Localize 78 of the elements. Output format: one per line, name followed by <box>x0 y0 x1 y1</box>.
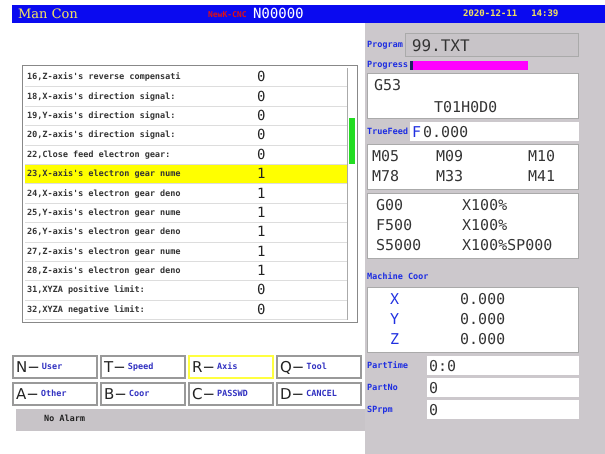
modal-code: G53 <box>374 76 402 94</box>
line-number: N00000 <box>253 6 305 22</box>
parameter-row[interactable]: 20,Z-axis's direction signal: 0 <box>25 126 347 146</box>
parameter-value: 1 <box>257 244 266 260</box>
override-value: X100% <box>462 196 508 216</box>
mode-label: Man Con <box>18 6 79 22</box>
parameter-label: 16,Z-axis's reverse compensati <box>26 72 182 82</box>
override-code: S5000 <box>376 236 422 256</box>
program-field: 99.TXT <box>404 33 579 57</box>
parameter-row[interactable]: 28,Z-axis's electron gear deno 1 <box>25 262 347 282</box>
stat-label: PartNo <box>367 382 399 392</box>
parameter-label: 27,Z-axis's electron gear nume <box>26 246 182 257</box>
parameter-value: 0 <box>257 69 266 86</box>
scrollbar[interactable] <box>347 68 355 320</box>
parameter-label: 32,XYZA negative limit: <box>26 304 146 315</box>
m-code: M78 <box>372 167 400 187</box>
parameter-label: 31,XYZA positive limit: <box>26 285 146 296</box>
parameter-row[interactable]: 25,Y-axis's electron gear nume 1 <box>25 204 347 224</box>
parameter-value: 1 <box>257 166 266 182</box>
override-code: F500 <box>376 216 414 236</box>
axis-label: Y <box>390 310 400 330</box>
parameter-label: 28,Z-axis's electron gear deno <box>26 266 182 276</box>
parameter-row[interactable]: 18,X-axis's direction signal: 0 <box>25 87 347 107</box>
alarm-bar: No Alarm <box>16 409 365 431</box>
parameter-value: 0 <box>257 302 266 318</box>
parameter-value: 0 <box>257 146 266 163</box>
parameter-value: 1 <box>257 204 266 221</box>
axis-label: X <box>390 290 400 310</box>
parameter-value: 0 <box>257 108 266 124</box>
m-code: M05 <box>372 147 400 167</box>
override-code: G00 <box>376 196 404 216</box>
m-code: M10 <box>528 147 556 167</box>
parameter-label: 20,Z-axis's direction signal: <box>26 130 176 140</box>
m-code: M33 <box>436 167 464 187</box>
truefeed-value: F 0.000 <box>410 122 579 141</box>
truefeed-label: TrueFeed <box>367 126 408 136</box>
parameter-value: 0 <box>257 282 266 298</box>
parameter-row[interactable]: 32,XYZA negative limit: 0 <box>25 300 347 320</box>
parameter-row[interactable]: 31,XYZA positive limit: 0 <box>25 281 347 301</box>
parameter-label: 22,Close feed electron gear: <box>26 150 172 160</box>
progress-label: Progress <box>367 60 408 70</box>
m-code: M41 <box>528 167 556 187</box>
parameter-value: 0 <box>257 127 266 144</box>
parameter-row[interactable]: 23,X-axis's electron gear nume 1 <box>25 164 347 184</box>
stat-value: 0 <box>427 400 579 419</box>
stat-value: 0:0 <box>427 356 579 375</box>
time-label: 14:39 <box>531 9 558 19</box>
parameter-label: 26,Y-axis's electron gear deno <box>26 227 182 238</box>
axis-value: 0.000 <box>460 290 506 310</box>
tool-code: T01H0D0 <box>433 98 498 116</box>
stat-label: PartTime <box>367 360 409 370</box>
parameter-label: 18,X-axis's direction signal: <box>26 92 176 102</box>
stat-value: 0 <box>427 378 579 397</box>
brand-label: NewK-CNC <box>208 10 248 18</box>
parameter-label: 23,X-axis's electron gear nume <box>26 169 182 180</box>
parameter-value: 0 <box>257 88 266 105</box>
parameter-label: 19,Y-axis's direction signal: <box>26 110 176 121</box>
parameter-row[interactable]: 24,X-axis's electron gear deno 1 <box>25 184 347 204</box>
override-value: X100%SP000 <box>462 236 554 256</box>
scroll-thumb[interactable] <box>349 118 355 164</box>
parameter-row[interactable]: 27,Z-axis's electron gear nume 1 <box>25 242 347 262</box>
parameter-row[interactable]: 16,Z-axis's reverse compensati 0 <box>25 68 347 88</box>
axis-label: Z <box>390 330 400 350</box>
program-label: Program <box>367 40 403 50</box>
stat-label: SPrpm <box>367 404 394 414</box>
parameter-label: 24,X-axis's electron gear deno <box>26 188 182 199</box>
machine-coor-label: Machine Coor <box>367 272 430 282</box>
parameter-row[interactable]: 19,Y-axis's direction signal: 0 <box>25 106 347 126</box>
parameter-value: 1 <box>257 186 266 202</box>
date-label: 2020-12-11 <box>463 9 518 19</box>
parameter-label: 25,Y-axis's electron gear nume <box>26 208 182 218</box>
parameter-row[interactable]: 26,Y-axis's electron gear deno 1 <box>25 223 347 243</box>
override-value: X100% <box>462 216 508 236</box>
axis-value: 0.000 <box>460 310 506 330</box>
parameter-value: 1 <box>257 263 266 280</box>
m-code: M09 <box>436 147 464 167</box>
axis-value: 0.000 <box>460 330 506 350</box>
parameter-value: 1 <box>257 224 266 240</box>
